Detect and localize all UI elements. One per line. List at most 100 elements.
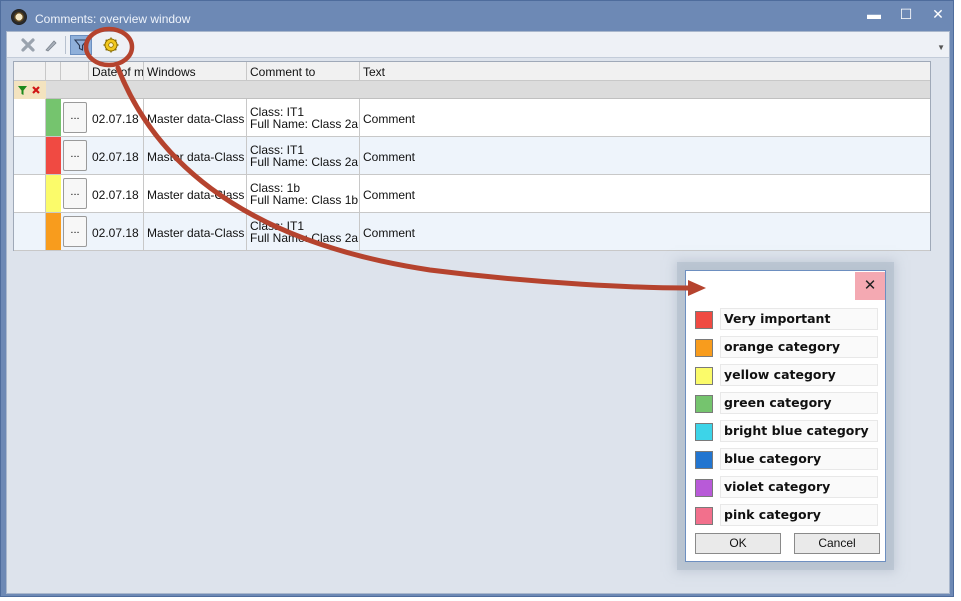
table-row[interactable]: ... 02.07.18 Master data-Class Class: 1b Ful…	[14, 175, 930, 213]
comment-to-full-name: Full Name: Class 1b	[250, 193, 359, 207]
header-color-cell	[46, 62, 61, 81]
row-category-color	[46, 175, 61, 212]
maximize-button[interactable]: ☐	[889, 3, 923, 27]
date-value: 02.07.18	[92, 112, 139, 126]
category-label-field[interactable]: Very important	[720, 308, 878, 330]
category-label-field[interactable]: blue category	[720, 448, 878, 470]
minimize-button[interactable]: ▬	[857, 3, 891, 27]
category-label-field[interactable]: green category	[720, 392, 878, 414]
category-color-swatch[interactable]	[695, 395, 713, 413]
cell-text: Comment	[360, 175, 930, 212]
comment-to-full-name: Full Name: Class 2a	[250, 231, 359, 245]
row-details-button[interactable]: ...	[63, 178, 87, 209]
header-indicator-cell	[14, 62, 46, 81]
cell-text: Comment	[360, 99, 930, 136]
cell-text: Comment	[360, 137, 930, 174]
cell-comment-to: Class: IT1 Full Name: Class 2a	[247, 99, 360, 136]
ok-button[interactable]: OK	[695, 533, 781, 554]
cell-comment-to: Class: IT1 Full Name: Class 2a	[247, 137, 360, 174]
row-category-color	[46, 99, 61, 136]
category-item[interactable]: pink category	[693, 504, 879, 532]
comment-to-full-name: Full Name: Class 2a	[250, 155, 359, 169]
text-value: Comment	[363, 188, 416, 202]
dialog-close-button[interactable]: ✕	[855, 272, 885, 300]
category-item[interactable]: Very important	[693, 308, 879, 336]
close-window-button[interactable]: ✕	[921, 3, 955, 27]
table-row[interactable]: ... 02.07.18 Master data-Class Class: IT1 Fu…	[14, 99, 930, 137]
toolbar-separator	[65, 36, 66, 54]
category-settings-icon	[103, 37, 119, 53]
cell-window: Master data-Class	[144, 213, 247, 250]
category-item[interactable]: yellow category	[693, 364, 879, 392]
filter-clear-icon[interactable]	[31, 85, 41, 95]
cell-comment-to: Class: 1b Full Name: Class 1b	[247, 175, 360, 212]
toolbar-overflow-icon[interactable]: ▼	[937, 43, 945, 52]
category-label-field[interactable]: orange category	[720, 336, 878, 358]
row-indicator-cell	[14, 99, 46, 136]
category-color-swatch[interactable]	[695, 423, 713, 441]
cell-date: 02.07.18	[89, 175, 144, 212]
column-header-comment-to[interactable]: Comment to	[247, 62, 360, 81]
column-header-windows[interactable]: Windows	[144, 62, 247, 81]
cell-date: 02.07.18	[89, 99, 144, 136]
cell-window: Master data-Class	[144, 99, 247, 136]
filter-button[interactable]	[70, 35, 92, 55]
row-details-button[interactable]: ...	[63, 216, 87, 247]
edit-button[interactable]	[40, 35, 62, 55]
category-item[interactable]: violet category	[693, 476, 879, 504]
row-details-button[interactable]: ...	[63, 102, 87, 133]
category-label-field[interactable]: yellow category	[720, 364, 878, 386]
cell-date: 02.07.18	[89, 213, 144, 250]
row-details-button[interactable]: ...	[63, 140, 87, 171]
column-header-text[interactable]: Text	[360, 62, 930, 81]
filter-icon	[73, 39, 89, 51]
filter-row	[14, 81, 930, 99]
category-color-swatch[interactable]	[695, 367, 713, 385]
category-settings-button[interactable]	[100, 35, 122, 55]
delete-icon	[21, 38, 35, 52]
category-label-field[interactable]: violet category	[720, 476, 878, 498]
category-item[interactable]: bright blue category	[693, 420, 879, 448]
category-color-swatch[interactable]	[695, 479, 713, 497]
cell-comment-to: Class: IT1 Full Name: Class 2a	[247, 213, 360, 250]
category-item[interactable]: blue category	[693, 448, 879, 476]
date-value: 02.07.18	[92, 188, 139, 202]
category-list: Very important orange category yellow cate…	[693, 308, 879, 532]
filter-controls	[14, 81, 46, 99]
cell-window: Master data-Class	[144, 137, 247, 174]
grid-header: Date of mo Windows Comment to Text	[14, 62, 930, 81]
category-label-field[interactable]: pink category	[720, 504, 878, 526]
cell-text: Comment	[360, 213, 930, 250]
toolbar: ▼	[7, 32, 949, 58]
text-value: Comment	[363, 112, 416, 126]
filter-apply-icon[interactable]	[17, 85, 28, 96]
delete-button[interactable]	[17, 35, 39, 55]
cell-window: Master data-Class	[144, 175, 247, 212]
category-item[interactable]: orange category	[693, 336, 879, 364]
category-color-swatch[interactable]	[695, 311, 713, 329]
category-item[interactable]: green category	[693, 392, 879, 420]
row-category-color	[46, 213, 61, 250]
cancel-button[interactable]: Cancel	[794, 533, 880, 554]
window-value: Master data-Class	[147, 188, 245, 202]
comment-to-full-name: Full Name: Class 2a	[250, 117, 359, 131]
category-dialog: ✕ Very important orange category yellow ca…	[685, 270, 886, 562]
table-row[interactable]: ... 02.07.18 Master data-Class Class: IT1 Fu…	[14, 213, 930, 251]
window-value: Master data-Class	[147, 150, 245, 164]
text-value: Comment	[363, 226, 416, 240]
window-value: Master data-Class	[147, 112, 245, 126]
date-value: 02.07.18	[92, 150, 139, 164]
text-value: Comment	[363, 150, 416, 164]
table-row[interactable]: ... 02.07.18 Master data-Class Class: IT1 Fu…	[14, 137, 930, 175]
category-color-swatch[interactable]	[695, 339, 713, 357]
category-color-swatch[interactable]	[695, 507, 713, 525]
row-indicator-cell	[14, 175, 46, 212]
column-header-date[interactable]: Date of mo	[89, 62, 144, 81]
category-label-field[interactable]: bright blue category	[720, 420, 878, 442]
category-color-swatch[interactable]	[695, 451, 713, 469]
comments-grid: Date of mo Windows Comment to Text ... 02…	[13, 61, 931, 251]
cell-date: 02.07.18	[89, 137, 144, 174]
row-indicator-cell	[14, 137, 46, 174]
clock-app-icon	[11, 9, 27, 25]
date-value: 02.07.18	[92, 226, 139, 240]
